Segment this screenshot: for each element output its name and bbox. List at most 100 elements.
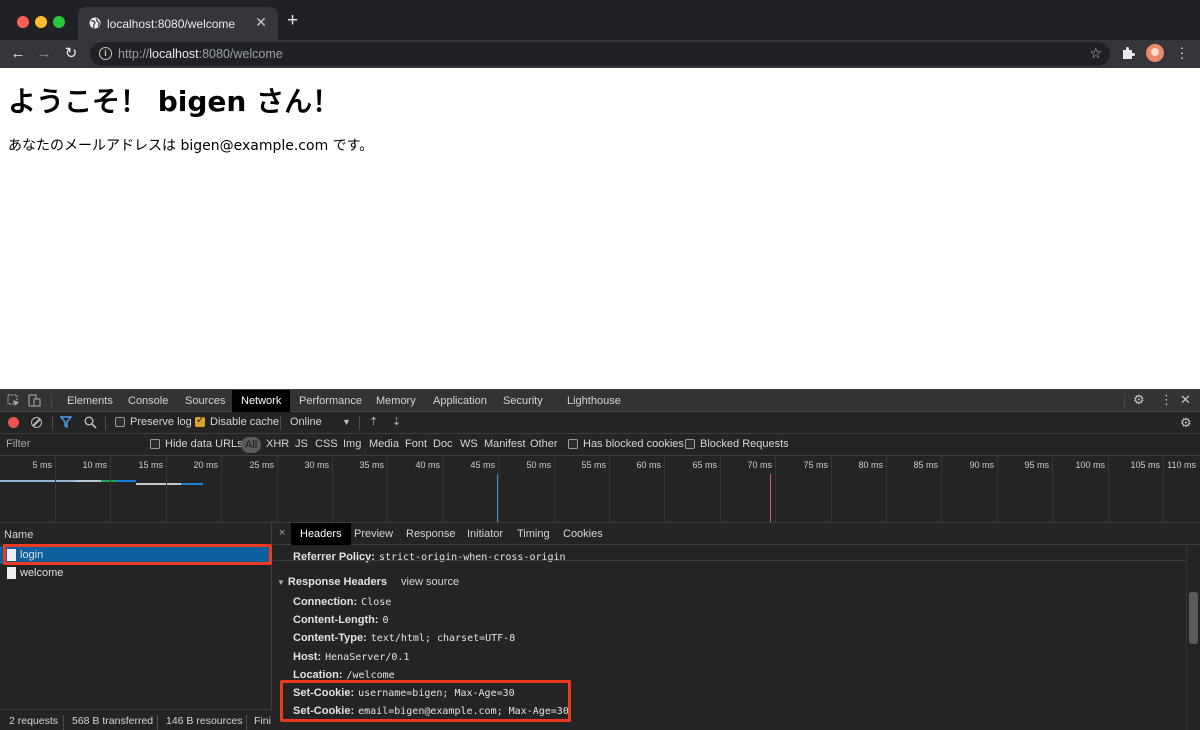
filter-doc[interactable]: Doc: [433, 438, 453, 450]
search-icon[interactable]: [84, 416, 97, 429]
timeline-gridline: [221, 456, 222, 522]
export-har-icon[interactable]: ⇣: [392, 415, 401, 428]
tab-security[interactable]: Security: [503, 390, 543, 412]
inspect-element-icon[interactable]: [7, 394, 20, 407]
tab-headers[interactable]: Headers: [291, 523, 351, 545]
bookmark-star-icon[interactable]: ☆: [1089, 45, 1102, 62]
settings-gear-icon[interactable]: ⚙: [1133, 392, 1145, 408]
filter-img[interactable]: Img: [343, 438, 361, 450]
hide-data-urls-label: Hide data URLs: [165, 438, 243, 450]
filter-funnel-icon[interactable]: [60, 416, 72, 428]
close-window-button[interactable]: [17, 16, 29, 28]
close-devtools-icon[interactable]: ✕: [1180, 392, 1191, 408]
browser-menu-icon[interactable]: · · ·: [1177, 40, 1187, 64]
scrollbar-thumb[interactable]: [1189, 592, 1198, 644]
tab-memory[interactable]: Memory: [376, 390, 416, 412]
tab-network[interactable]: Network: [232, 390, 291, 412]
minimize-window-button[interactable]: [35, 16, 47, 28]
clear-icon[interactable]: [31, 417, 42, 428]
header-content-type: Content-Type: text/html; charset=UTF-8: [293, 632, 516, 644]
filter-css[interactable]: CSS: [315, 438, 338, 450]
chevron-down-icon[interactable]: ▼: [342, 417, 351, 427]
tab-cookies[interactable]: Cookies: [563, 523, 603, 545]
transferred-size: 568 B transferred: [72, 715, 154, 727]
highlight-box-login: [3, 544, 272, 565]
details-scrollbar[interactable]: [1186, 545, 1200, 730]
filter-other[interactable]: Other: [530, 438, 558, 450]
forward-icon[interactable]: →: [35, 45, 53, 63]
throttling-select[interactable]: Online: [290, 416, 322, 428]
disable-cache-checkbox[interactable]: [195, 415, 205, 427]
tab-response[interactable]: Response: [406, 523, 456, 545]
timeline-gridline: [55, 456, 56, 522]
filter-font[interactable]: Font: [405, 438, 427, 450]
tab-close-icon[interactable]: ✕: [254, 14, 268, 31]
tab-initiator[interactable]: Initiator: [467, 523, 503, 545]
response-headers-section[interactable]: ▼ Response Headers: [277, 576, 387, 588]
timeline-gridline: [941, 456, 942, 522]
timeline-tick-label: 80 ms: [858, 460, 883, 470]
device-toolbar-icon[interactable]: [28, 394, 41, 407]
back-icon[interactable]: ←: [9, 45, 27, 63]
timeline-tick-label: 105 ms: [1130, 460, 1160, 470]
tab-timing[interactable]: Timing: [517, 523, 550, 545]
reload-icon[interactable]: ↻: [62, 45, 80, 63]
devtools-panel: Elements Console Sources Network Perform…: [0, 389, 1200, 730]
caret-down-icon: ▼: [277, 578, 285, 587]
finish-time: Fini: [254, 715, 271, 727]
timeline-tick-label: 15 ms: [138, 460, 163, 470]
url-text[interactable]: http://localhost:8080/welcome: [118, 47, 283, 61]
tab-application[interactable]: Application: [433, 390, 487, 412]
tab-console[interactable]: Console: [128, 390, 168, 412]
tab-lighthouse[interactable]: Lighthouse: [567, 390, 621, 412]
tab-performance[interactable]: Performance: [299, 390, 362, 412]
blocked-requests-checkbox[interactable]: [685, 439, 695, 449]
referrer-policy-header: Referrer Policy: strict-origin-when-cross…: [293, 551, 566, 563]
site-info-icon[interactable]: i: [99, 47, 112, 60]
filter-ws[interactable]: WS: [460, 438, 478, 450]
filter-js[interactable]: JS: [295, 438, 308, 450]
header-host: Host: HenaServer/0.1: [293, 651, 410, 663]
network-overview-timeline[interactable]: 5 ms 10 ms 15 ms 20 ms 25 ms 30 ms 35 ms 40 ms 4…: [0, 456, 1200, 523]
name-column-header[interactable]: Name: [0, 523, 272, 545]
filter-xhr[interactable]: XHR: [266, 438, 289, 450]
tab-elements[interactable]: Elements: [67, 390, 113, 412]
timeline-gridline: [609, 456, 610, 522]
import-har-icon[interactable]: ⇡: [369, 415, 378, 428]
divider: [157, 715, 158, 730]
browser-tab[interactable]: localhost:8080/welcome ✕: [78, 7, 278, 40]
more-options-icon[interactable]: ⋮: [1160, 392, 1173, 408]
timeline-gridline: [498, 456, 499, 522]
timeline-tick-label: 110 ms: [1167, 460, 1196, 470]
tab-sources[interactable]: Sources: [185, 390, 225, 412]
filter-media[interactable]: Media: [369, 438, 399, 450]
timeline-gridline: [443, 456, 444, 522]
tab-preview[interactable]: Preview: [354, 523, 393, 545]
address-bar[interactable]: i http://localhost:8080/welcome ☆: [90, 42, 1110, 66]
timeline-bar: [181, 483, 203, 485]
new-tab-button[interactable]: +: [287, 11, 298, 30]
profile-avatar[interactable]: [1146, 44, 1164, 62]
preserve-log-checkbox[interactable]: [115, 417, 125, 427]
section-divider: [273, 560, 1186, 561]
close-details-icon[interactable]: ×: [279, 527, 285, 539]
maximize-window-button[interactable]: [53, 16, 65, 28]
divider: [1124, 394, 1125, 408]
filter-input[interactable]: Filter: [6, 438, 30, 450]
extensions-puzzle-icon[interactable]: [1121, 46, 1135, 60]
filter-manifest[interactable]: Manifest: [484, 438, 526, 450]
has-blocked-cookies-checkbox[interactable]: [568, 439, 578, 449]
filter-all-button[interactable]: All: [241, 437, 262, 453]
globe-icon: [89, 17, 101, 29]
hide-data-urls-checkbox[interactable]: [150, 439, 160, 449]
record-icon[interactable]: [8, 417, 19, 428]
timeline-tick-label: 25 ms: [249, 460, 274, 470]
timeline-bar: [116, 480, 136, 482]
request-row-welcome[interactable]: welcome: [0, 564, 272, 582]
timeline-tick-label: 30 ms: [304, 460, 329, 470]
divider: [105, 416, 106, 430]
network-settings-gear-icon[interactable]: ⚙: [1180, 415, 1192, 431]
view-source-link[interactable]: view source: [401, 576, 459, 588]
timeline-tick-label: 60 ms: [636, 460, 661, 470]
timeline-tick-label: 50 ms: [526, 460, 551, 470]
